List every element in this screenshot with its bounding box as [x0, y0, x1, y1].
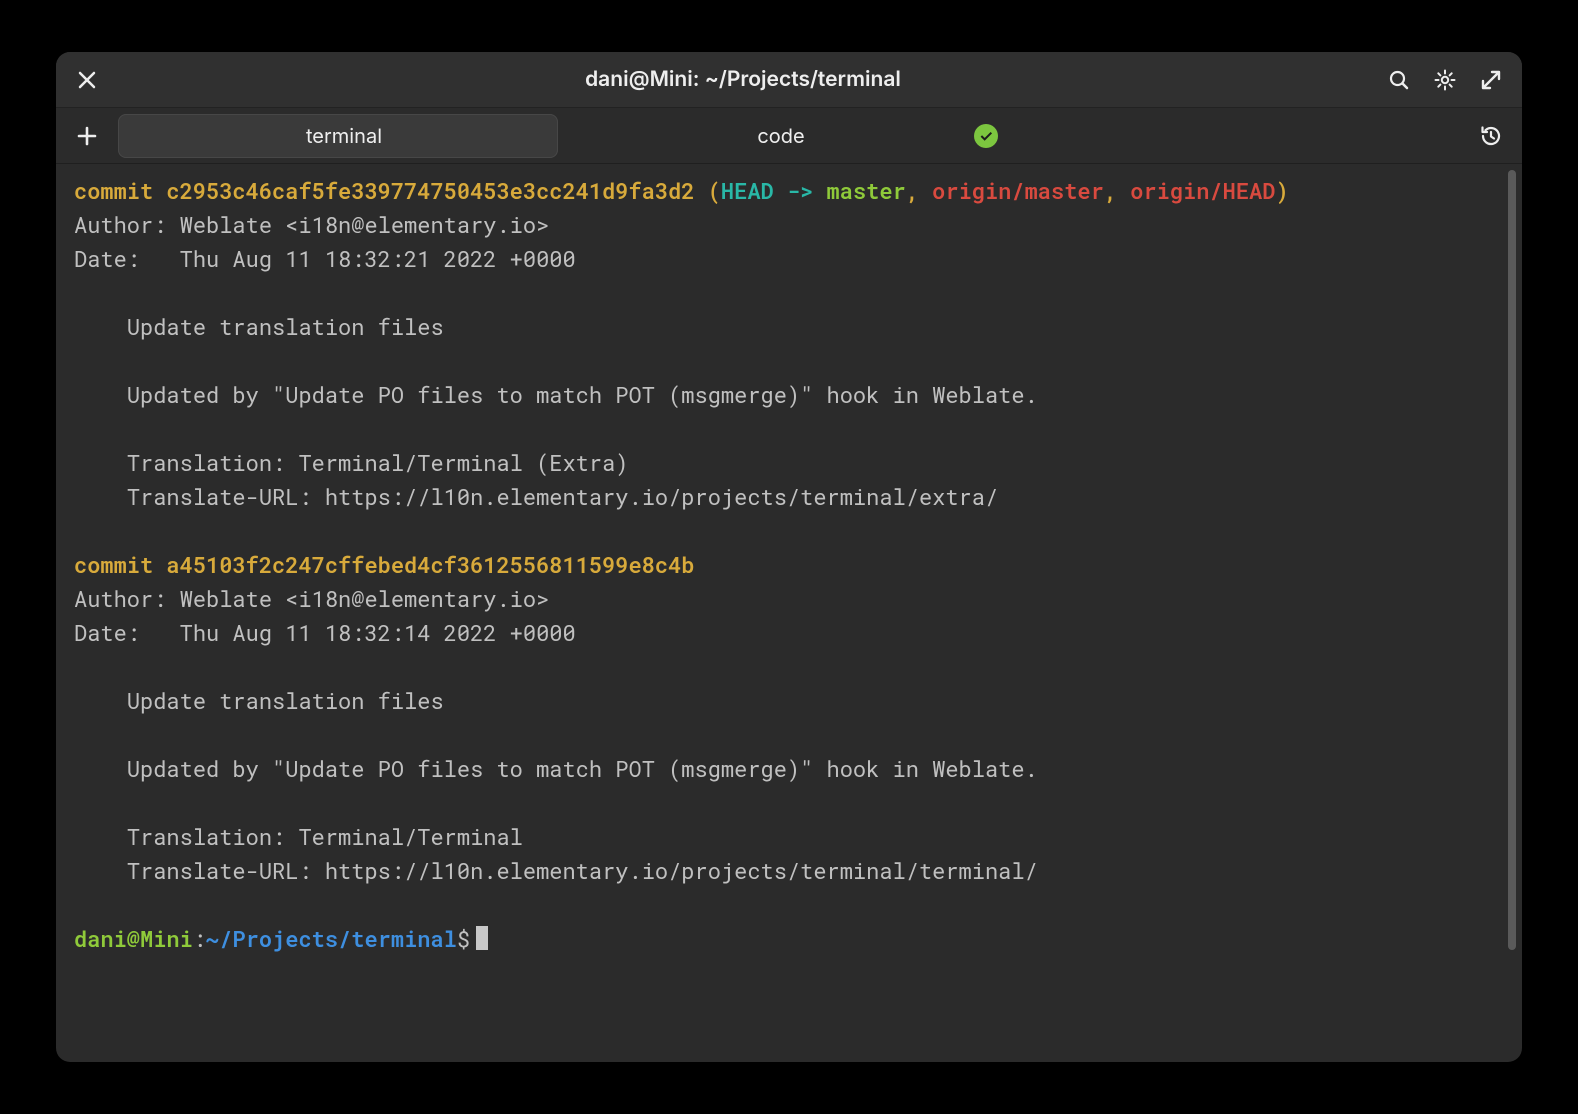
commit-body-line: Update translation files: [74, 686, 444, 715]
refs-close: ): [1275, 176, 1288, 205]
commit-label: commit: [74, 550, 166, 579]
commit-date: Date: Thu Aug 11 18:32:14 2022 +0000: [74, 618, 576, 647]
commit-author: Author: Weblate <i18n@elementary.io>: [74, 210, 549, 239]
ref-local: master: [827, 176, 906, 205]
terminal-window: dani@Mini: ~/Projects/terminal terminal …: [56, 52, 1522, 1062]
refs-open: (: [695, 176, 721, 205]
tab-label: code: [586, 124, 998, 148]
expand-icon: [1479, 68, 1503, 92]
tab-success-badge: [974, 124, 998, 148]
search-icon: [1387, 68, 1411, 92]
ref-sep: ,: [906, 176, 932, 205]
titlebar: dani@Mini: ~/Projects/terminal: [56, 52, 1522, 108]
window-close-button[interactable]: [70, 63, 104, 97]
commit-date: Date: Thu Aug 11 18:32:21 2022 +0000: [74, 244, 576, 273]
terminal-output[interactable]: commit c2953c46caf5fe339774750453e3cc241…: [56, 164, 1506, 1062]
commit-body-line: Translate-URL: https://l10n.elementary.i…: [74, 482, 998, 511]
ref-remote: origin/HEAD: [1130, 176, 1275, 205]
prompt-symbol: $: [457, 924, 470, 953]
prompt-path: ~/Projects/terminal: [206, 924, 457, 953]
check-icon: [978, 128, 994, 144]
gear-icon: [1433, 68, 1457, 92]
history-button[interactable]: [1474, 119, 1508, 153]
cursor: [476, 926, 488, 950]
close-icon: [75, 68, 99, 92]
tabbar: terminal code: [56, 108, 1522, 164]
commit-body-line: Translate-URL: https://l10n.elementary.i…: [74, 856, 1038, 885]
ref-remote: origin/master: [932, 176, 1104, 205]
tab-label: terminal: [166, 124, 544, 148]
settings-button[interactable]: [1428, 63, 1462, 97]
ref-sep: ,: [1104, 176, 1130, 205]
scrollbar-thumb[interactable]: [1508, 170, 1516, 950]
commit-body-line: Updated by "Update PO files to match POT…: [74, 754, 1038, 783]
commit-hash: a45103f2c247cffebed4cf3612556811599e8c4b: [166, 550, 694, 579]
history-icon: [1479, 124, 1503, 148]
tab-terminal[interactable]: terminal: [118, 114, 558, 158]
commit-body-line: Translation: Terminal/Terminal: [74, 822, 523, 851]
commit-hash: c2953c46caf5fe339774750453e3cc241d9fa3d2: [166, 176, 694, 205]
commit-body-line: Update translation files: [74, 312, 444, 341]
commit-body-line: Translation: Terminal/Terminal (Extra): [74, 448, 629, 477]
terminal-body: commit c2953c46caf5fe339774750453e3cc241…: [56, 164, 1522, 1062]
commit-body-line: Updated by "Update PO files to match POT…: [74, 380, 1038, 409]
tab-code[interactable]: code: [572, 114, 1012, 158]
new-tab-button[interactable]: [70, 119, 104, 153]
prompt-user-host: dani@Mini: [74, 924, 193, 953]
plus-icon: [75, 124, 99, 148]
maximize-button[interactable]: [1474, 63, 1508, 97]
tab-close-button[interactable]: [132, 125, 154, 147]
commit-label: commit: [74, 176, 166, 205]
search-button[interactable]: [1382, 63, 1416, 97]
prompt-sep: :: [193, 924, 206, 953]
window-title: dani@Mini: ~/Projects/terminal: [116, 67, 1370, 92]
ref-head: HEAD ->: [721, 176, 827, 205]
commit-author: Author: Weblate <i18n@elementary.io>: [74, 584, 549, 613]
close-icon: [132, 125, 154, 147]
scrollbar[interactable]: [1506, 170, 1518, 1056]
